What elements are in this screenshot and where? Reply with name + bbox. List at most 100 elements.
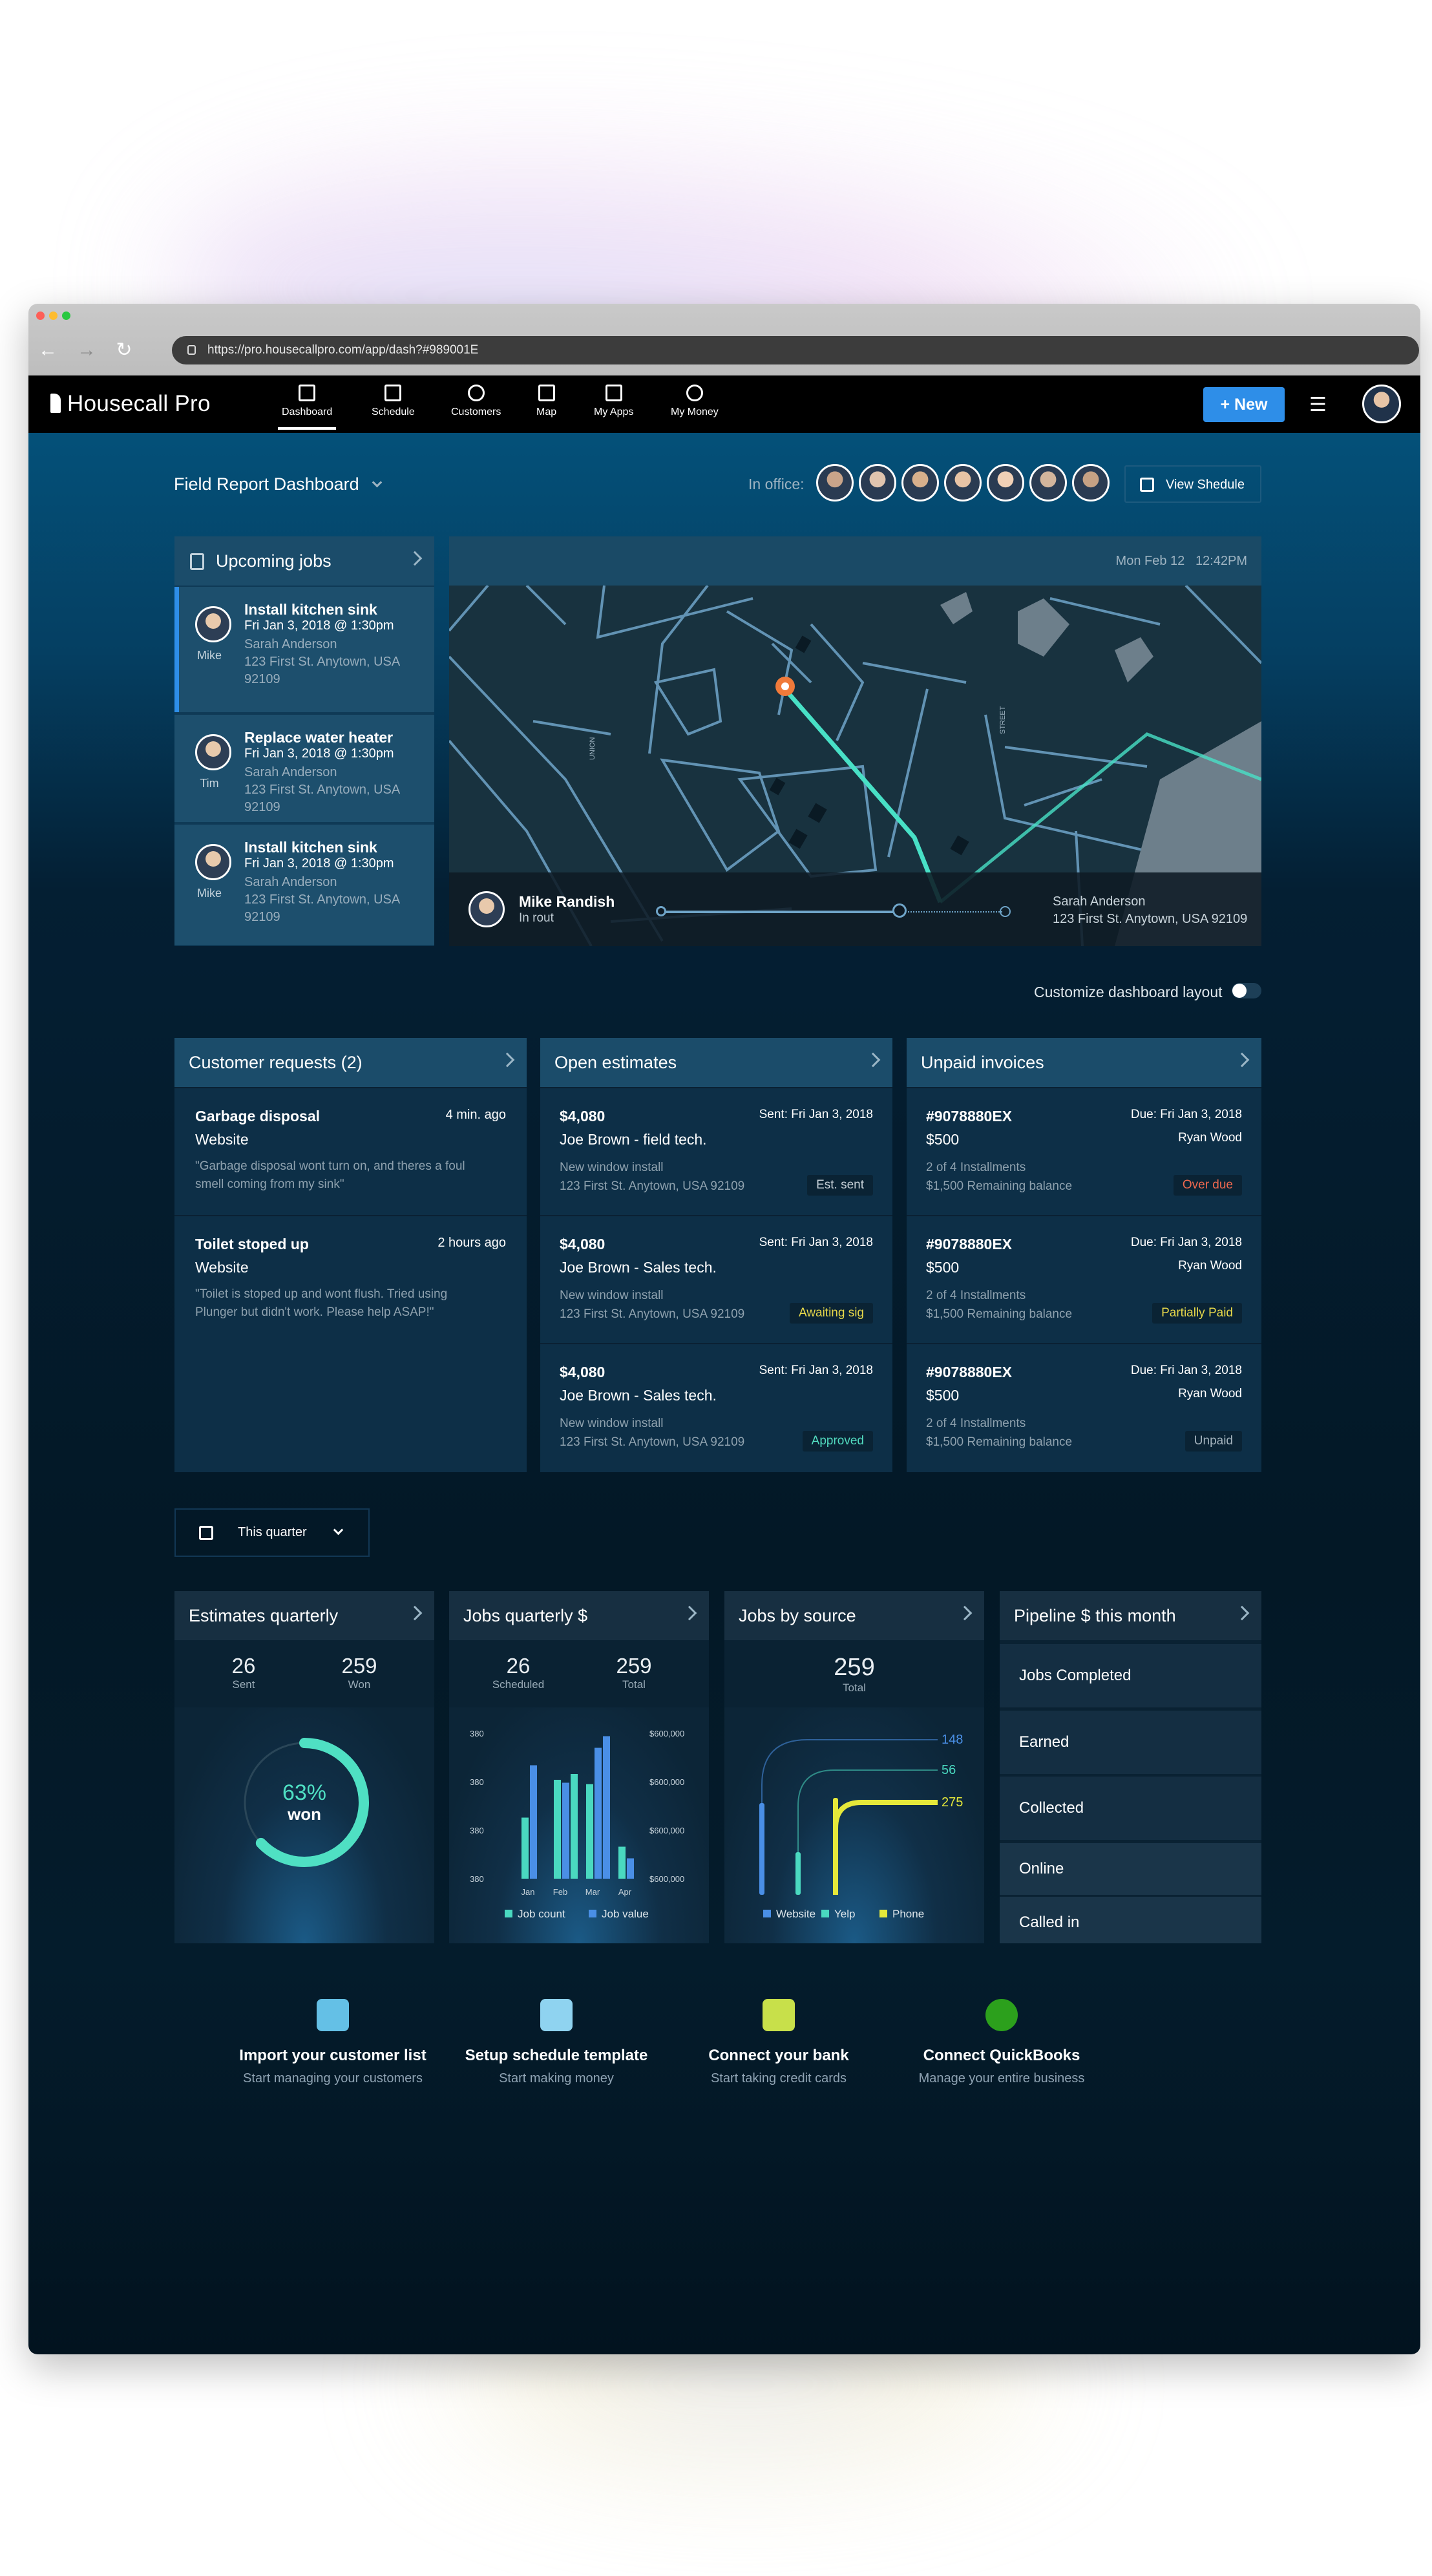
scheduled-stat: 26 Scheduled: [467, 1654, 570, 1691]
onboarding-item[interactable]: Setup schedule template Start making mone…: [440, 1999, 673, 2086]
tech-avatar: [195, 606, 231, 642]
quickbooks-icon: [985, 1999, 1018, 2031]
logo[interactable]: Housecall Pro: [50, 391, 211, 417]
dashboard-selector[interactable]: Field Report Dashboard: [174, 474, 382, 494]
pipeline-row[interactable]: Called in$753: [1000, 1897, 1261, 1943]
chevron-right-icon: [1234, 1605, 1250, 1621]
address-bar[interactable]: https://pro.housecallpro.com/app/dash?#9…: [172, 336, 1419, 364]
piggy-bank-icon: [763, 1999, 795, 2031]
pipeline-row[interactable]: Online$753: [1000, 1843, 1261, 1928]
job-address: 123 First St. Anytown, USA: [244, 892, 401, 907]
jobs-quarterly-header[interactable]: Jobs quarterly $: [449, 1591, 709, 1640]
unpaid-invoices-header[interactable]: Unpaid invoices: [907, 1038, 1261, 1087]
tech-name: Mike: [196, 649, 222, 662]
invoice-number: #9078880EX: [926, 1236, 1013, 1252]
clipboard-icon: [540, 1999, 573, 2031]
bar-extra: [571, 1774, 578, 1879]
list-item[interactable]: #9078880EX Due: Fri Jan 3, 2018 $500 Ryan W…: [907, 1343, 1261, 1471]
money-icon: [686, 385, 703, 401]
office-avatar[interactable]: [944, 464, 982, 501]
onboarding-item[interactable]: Import your customer list Start managing …: [216, 1999, 449, 2086]
new-button[interactable]: + New: [1203, 387, 1285, 422]
legend-label: Job count: [518, 1908, 565, 1920]
legend-swatch: [763, 1910, 771, 1917]
sent-value: 26: [231, 1654, 256, 1678]
office-avatar[interactable]: [987, 464, 1024, 501]
list-item[interactable]: $4,080 Sent: Fri Jan 3, 2018 Joe Brown - S…: [540, 1215, 892, 1343]
street-label-union: UNION: [589, 737, 596, 761]
bar-job-value: [562, 1782, 569, 1879]
upcoming-jobs-header[interactable]: Upcoming jobs: [174, 536, 434, 586]
office-avatar[interactable]: [1072, 464, 1110, 501]
invoice-number: #9078880EX: [926, 1108, 1013, 1124]
y-left-tick: 380: [470, 1729, 484, 1738]
tab-my-apps[interactable]: My Apps: [594, 385, 633, 418]
onboarding-item[interactable]: Connect QuickBooks Manage your entire bus…: [885, 1999, 1118, 2086]
list-item[interactable]: #9078880EX Due: Fri Jan 3, 2018 $500 Ryan W…: [907, 1087, 1261, 1215]
pipeline-row[interactable]: Earned$753: [1000, 1711, 1261, 1813]
list-item[interactable]: $4,080 Sent: Fri Jan 3, 2018 Joe Brown - f…: [540, 1087, 892, 1215]
open-estimates-header[interactable]: Open estimates: [540, 1038, 892, 1087]
close-dot[interactable]: [36, 311, 45, 320]
estimate-tech: Joe Brown - Sales tech.: [560, 1387, 717, 1404]
job-title: Install kitchen sink: [244, 601, 377, 618]
list-item[interactable]: #9078880EX Due: Fri Jan 3, 2018 $500 Ryan W…: [907, 1215, 1261, 1343]
forward-arrow-icon[interactable]: →: [74, 337, 100, 363]
tab-dashboard[interactable]: Dashboard: [277, 385, 337, 430]
bar-job-count: [521, 1817, 529, 1879]
back-arrow-icon[interactable]: ←: [35, 337, 61, 363]
request-time: 4 min. ago: [445, 1108, 506, 1122]
tab-my-money[interactable]: My Money: [671, 385, 719, 418]
source-value: 148: [942, 1733, 963, 1747]
jobs-by-source-card: Jobs by source 259 Total 148 Website 56 Yelp…: [724, 1591, 984, 1943]
estimate-tech: Joe Brown - Sales tech.: [560, 1259, 717, 1276]
map-time: 12:42PM: [1195, 554, 1247, 568]
pipeline-title: Pipeline $ this month: [1014, 1606, 1176, 1625]
minimize-dot[interactable]: [49, 311, 58, 320]
pipeline-row[interactable]: Collected$753: [1000, 1777, 1261, 1879]
pipeline-label: Earned: [1019, 1733, 1069, 1751]
map-card: Mon Feb 12 12:42PM UNION STREET Mike Ran…: [449, 536, 1261, 946]
invoice-customer: Ryan Wood: [1178, 1259, 1242, 1272]
view-schedule-button[interactable]: View Shedule: [1124, 465, 1261, 503]
invoice-balance: $1,500 Remaining balance: [926, 1307, 1073, 1321]
route-end-dot: [1000, 906, 1011, 917]
upcoming-job-item[interactable]: Tim Replace water heater Fri Jan 3, 2018 @…: [174, 715, 434, 822]
tab-map[interactable]: Map: [536, 385, 556, 418]
jobs-quarterly-card: Jobs quarterly $ 26 Scheduled 259 Total 38…: [449, 1591, 709, 1943]
pipeline-header[interactable]: Pipeline $ this month: [1000, 1591, 1261, 1640]
office-avatar[interactable]: [859, 464, 896, 501]
status-badge: Est. sent: [807, 1175, 873, 1196]
tab-label: Dashboard: [282, 406, 333, 417]
upcoming-job-item[interactable]: Mike Install kitchen sink Fri Jan 3, 2018 …: [174, 825, 434, 945]
tab-schedule[interactable]: Schedule: [372, 385, 415, 418]
legend-label: Phone: [892, 1908, 924, 1920]
open-estimates-card: Open estimates $4,080 Sent: Fri Jan 3, 20…: [540, 1038, 892, 1472]
jobs-by-source-header[interactable]: Jobs by source: [724, 1591, 984, 1640]
list-item[interactable]: Toilet stoped up 2 hours ago Website "Toile…: [174, 1215, 527, 1343]
office-avatar[interactable]: [816, 464, 854, 501]
source-total-value: 259: [834, 1654, 875, 1681]
user-avatar[interactable]: [1362, 385, 1401, 423]
source-value: 275: [942, 1795, 963, 1810]
tab-customers[interactable]: Customers: [451, 385, 501, 418]
list-item[interactable]: Garbage disposal 4 min. ago Website "Garbag…: [174, 1087, 527, 1215]
estimates-quarterly-header[interactable]: Estimates quarterly: [174, 1591, 434, 1640]
onboarding-item[interactable]: Connect your bank Start taking credit car…: [662, 1999, 895, 2086]
reload-icon[interactable]: ↻: [111, 337, 137, 363]
upcoming-job-item[interactable]: Mike Install kitchen sink Fri Jan 3, 2018 …: [174, 587, 434, 712]
zoom-dot[interactable]: [62, 311, 70, 320]
office-avatar[interactable]: [1029, 464, 1067, 501]
customer-requests-header[interactable]: Customer requests (2): [174, 1038, 527, 1087]
list-item[interactable]: $4,080 Sent: Fri Jan 3, 2018 Joe Brown - S…: [540, 1343, 892, 1471]
tasks-icon[interactable]: ☰: [1309, 394, 1327, 416]
period-select[interactable]: This quarter: [174, 1508, 370, 1557]
customize-layout-toggle[interactable]: [1232, 983, 1261, 998]
office-avatar[interactable]: [901, 464, 939, 501]
route-start-dot: [656, 906, 666, 916]
estimate-sent-date: Sent: Fri Jan 3, 2018: [759, 1108, 873, 1121]
invoice-balance: $1,500 Remaining balance: [926, 1179, 1073, 1193]
street-label-street: STREET: [999, 706, 1007, 734]
pipeline-row[interactable]: Jobs Completed$753: [1000, 1644, 1261, 1746]
estimate-address: 123 First St. Anytown, USA 92109: [560, 1307, 745, 1321]
